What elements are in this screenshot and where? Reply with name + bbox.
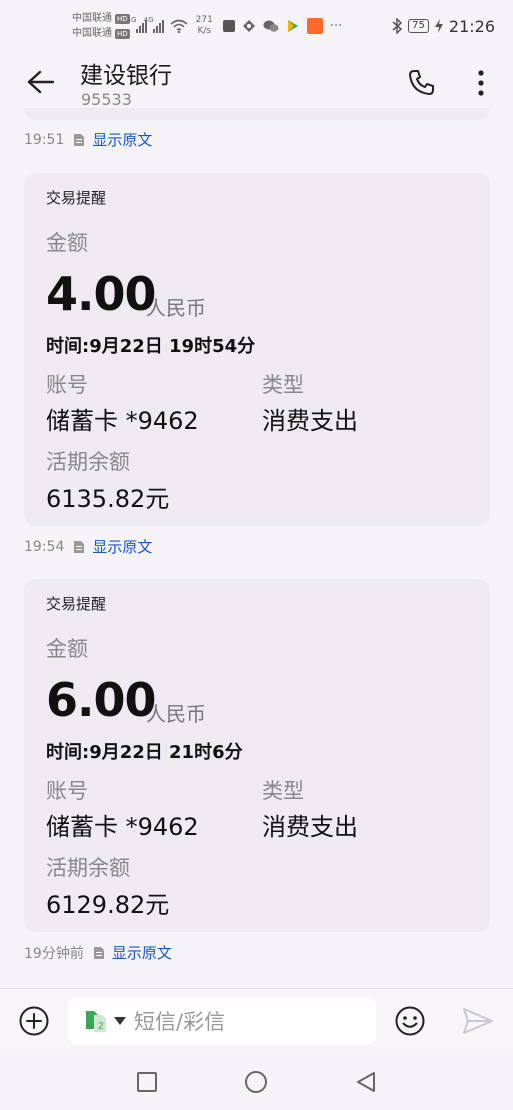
input-placeholder: 短信/彩信 — [134, 1010, 226, 1034]
plus-circle-icon — [19, 1006, 49, 1036]
contact-number: 95533 — [81, 90, 132, 109]
signal-icon: 4G — [144, 16, 164, 33]
currency-label: 人民币 — [146, 296, 206, 320]
more-vertical-icon — [478, 70, 484, 96]
type-value: 消费支出 — [262, 813, 358, 841]
battery-level: 75 — [408, 19, 429, 33]
account-value: 储蓄卡 *9462 — [46, 813, 199, 841]
account-label: 账号 — [46, 373, 88, 397]
net-speed-value: 271 — [195, 15, 213, 25]
amount-label: 金额 — [46, 637, 88, 661]
bluetooth-icon — [392, 18, 403, 34]
signal-indicators: 4G 4G — [127, 16, 188, 33]
type-label: 类型 — [262, 779, 304, 803]
back-arrow-icon — [27, 70, 54, 94]
send-button[interactable] — [462, 1007, 494, 1035]
transaction-card[interactable]: 交易提醒 金额 6.00 人民币 时间:9月22日 21时6分 账号 储蓄卡 *… — [24, 579, 490, 932]
recent-apps-button[interactable] — [137, 1072, 157, 1092]
notification-icons: ··· — [222, 18, 343, 34]
app-notification-icon — [222, 20, 235, 32]
message-bubble-partial — [24, 108, 490, 120]
play-store-icon — [287, 20, 298, 32]
show-original-link[interactable]: 显示原文 — [92, 129, 152, 150]
phone-icon — [409, 70, 434, 95]
balance-value: 6129.82元 — [46, 891, 170, 919]
amount-value: 4.00 — [46, 267, 156, 321]
card-title: 交易提醒 — [46, 189, 107, 207]
status-bar: 中国联通 HD 中国联通 HD 4G 4G 271 K/s ··· 75 21:… — [0, 0, 513, 52]
sim-card-icon: 2 — [86, 1011, 106, 1032]
type-label: 类型 — [262, 373, 304, 397]
status-right: 75 21:26 — [392, 17, 495, 36]
eye-shield-icon — [242, 20, 255, 32]
show-original-link[interactable]: 显示原文 — [92, 536, 152, 557]
add-attachment-button[interactable] — [18, 1005, 50, 1037]
home-button[interactable] — [245, 1071, 267, 1093]
transaction-time: 时间:9月22日 19时54分 — [46, 336, 256, 357]
message-time: 19:54 — [24, 538, 65, 555]
emoji-button[interactable] — [394, 1005, 426, 1037]
message-meta: 19分钟前 显示原文 — [24, 942, 172, 963]
amount-label: 金额 — [46, 231, 88, 255]
transaction-time: 时间:9月22日 21时6分 — [46, 742, 243, 763]
contact-name: 建设银行 — [80, 63, 172, 89]
currency-label: 人民币 — [146, 702, 206, 726]
more-notifications-icon: ··· — [329, 18, 343, 34]
carrier-name-1: 中国联通 — [72, 13, 112, 24]
network-type-label: 4G — [126, 16, 137, 24]
wifi-icon — [170, 19, 188, 33]
system-back-button[interactable] — [355, 1071, 377, 1093]
sim-slot-number: 2 — [98, 1021, 104, 1032]
balance-value: 6135.82元 — [46, 485, 170, 513]
document-icon — [93, 946, 104, 959]
balance-label: 活期余额 — [46, 450, 130, 474]
caret-down-icon — [114, 1017, 126, 1025]
document-icon — [74, 133, 85, 146]
smiley-icon — [395, 1006, 425, 1036]
transaction-card[interactable]: 交易提醒 金额 4.00 人民币 时间:9月22日 19时54分 账号 储蓄卡 … — [24, 173, 490, 526]
message-time: 19:51 — [24, 131, 65, 148]
more-options-button[interactable] — [466, 66, 496, 100]
document-icon — [74, 540, 85, 553]
charging-icon — [434, 19, 443, 33]
message-time: 19分钟前 — [24, 945, 84, 962]
message-meta: 19:51 显示原文 — [24, 129, 152, 150]
back-button[interactable] — [22, 64, 58, 100]
compose-bar: 2 短信/彩信 — [0, 988, 513, 1052]
account-label: 账号 — [46, 779, 88, 803]
balance-label: 活期余额 — [46, 856, 130, 880]
card-title: 交易提醒 — [46, 595, 107, 613]
net-speed-unit: K/s — [197, 26, 212, 36]
amount-value: 6.00 — [46, 673, 156, 727]
show-original-link[interactable]: 显示原文 — [112, 942, 172, 963]
triangle-back-icon — [357, 1072, 375, 1092]
network-type-label: 4G — [143, 16, 154, 24]
send-icon — [463, 1008, 493, 1034]
message-meta: 19:54 显示原文 — [24, 536, 152, 557]
call-button[interactable] — [404, 66, 438, 100]
carrier-name-2: 中国联通 — [72, 28, 112, 39]
system-nav-bar — [0, 1052, 513, 1110]
wechat-icon — [263, 20, 279, 32]
carrier-info: 中国联通 HD 中国联通 HD — [72, 11, 130, 41]
sim-selector[interactable]: 2 — [84, 1009, 110, 1033]
app-notification-icon — [306, 18, 323, 34]
message-input[interactable]: 2 短信/彩信 — [68, 998, 376, 1044]
network-speed: 271 K/s — [196, 15, 213, 37]
hd-badge: HD — [115, 28, 130, 39]
clock: 21:26 — [448, 16, 495, 36]
type-value: 消费支出 — [262, 407, 358, 435]
account-value: 储蓄卡 *9462 — [46, 407, 199, 435]
